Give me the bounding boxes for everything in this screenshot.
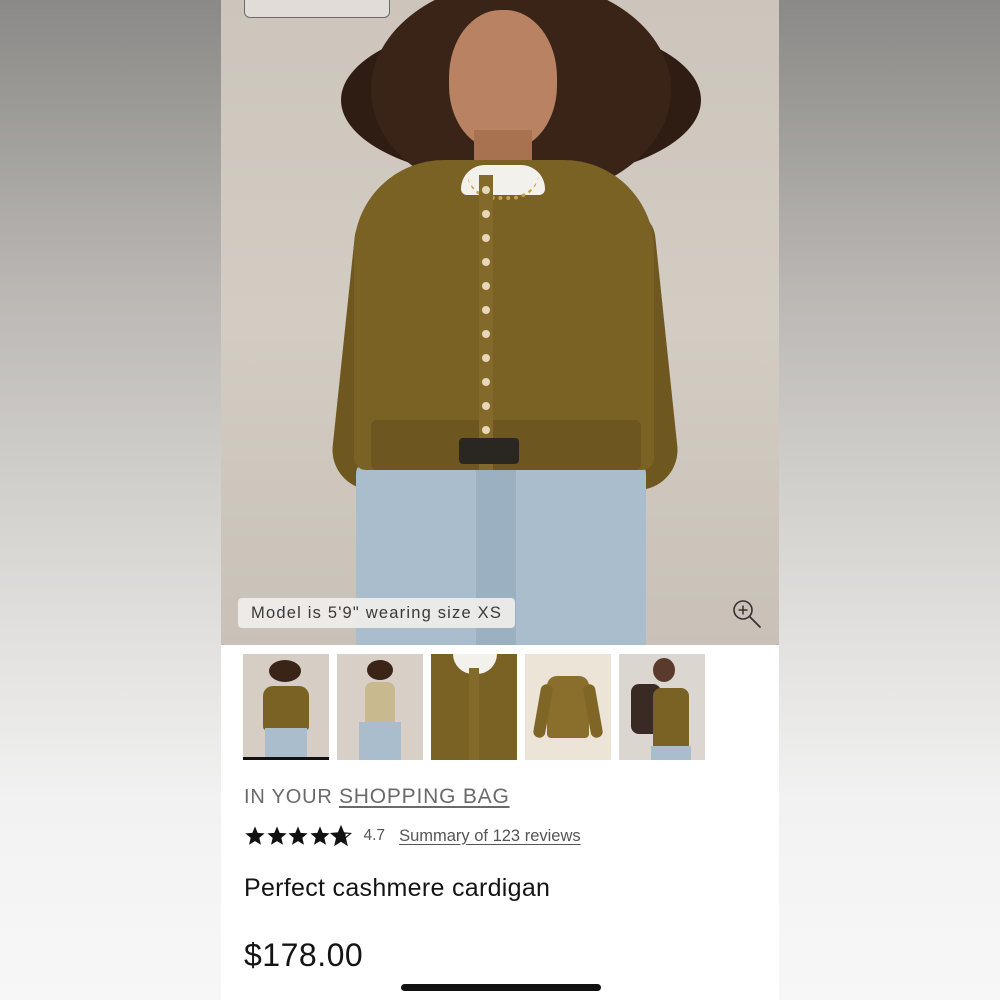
star-icon bbox=[266, 826, 287, 845]
shopping-bag-notice: IN YOUR SHOPPING BAG bbox=[244, 785, 510, 809]
star-icon bbox=[288, 826, 308, 845]
rating-row: 4.7 Summary of 123 reviews bbox=[244, 822, 581, 850]
cardigan-button bbox=[482, 330, 490, 338]
cardigan-button bbox=[482, 258, 490, 266]
model-face bbox=[449, 10, 557, 150]
product-title: Perfect cashmere cardigan bbox=[244, 874, 551, 902]
partial-star-icon bbox=[330, 825, 352, 847]
cardigan-button bbox=[482, 234, 490, 242]
thumbnail-flat-lay[interactable] bbox=[525, 654, 611, 760]
cardigan-button bbox=[482, 426, 490, 434]
product-hero-image[interactable]: Model is 5'9" wearing size XS bbox=[221, 0, 779, 645]
cardigan-button bbox=[482, 186, 490, 194]
black-belt bbox=[459, 438, 519, 464]
star-icon bbox=[309, 826, 330, 845]
thumbnail-styled-jacket[interactable] bbox=[619, 654, 705, 760]
cardigan-button bbox=[482, 378, 490, 386]
star-icon bbox=[245, 826, 265, 845]
cardigan-button bbox=[482, 306, 490, 314]
model-size-caption: Model is 5'9" wearing size XS bbox=[238, 598, 516, 628]
product-price: $178.00 bbox=[244, 937, 364, 973]
reviews-summary-link[interactable]: Summary of 123 reviews bbox=[399, 827, 581, 846]
background-blur-right bbox=[779, 0, 1000, 1000]
shopping-bag-link[interactable]: SHOPPING BAG bbox=[339, 785, 510, 808]
star-rating[interactable] bbox=[244, 825, 352, 847]
thumbnail-side-view[interactable] bbox=[337, 654, 423, 760]
thumbnail-detail-buttons[interactable] bbox=[431, 654, 517, 760]
product-page: Model is 5'9" wearing size XS IN YOUR SH… bbox=[221, 0, 779, 1000]
cardigan-button bbox=[482, 402, 490, 410]
zoom-in-icon[interactable] bbox=[731, 598, 763, 630]
top-overlay-button[interactable] bbox=[244, 0, 390, 18]
cardigan-button bbox=[482, 282, 490, 290]
cardigan-button bbox=[482, 354, 490, 362]
home-indicator[interactable] bbox=[401, 984, 601, 991]
background-blur-left bbox=[0, 0, 221, 1000]
rating-value: 4.7 bbox=[363, 827, 386, 844]
bag-prefix: IN YOUR bbox=[244, 786, 333, 808]
cardigan-button bbox=[482, 210, 490, 218]
thumbnail-front-view[interactable] bbox=[243, 654, 329, 760]
